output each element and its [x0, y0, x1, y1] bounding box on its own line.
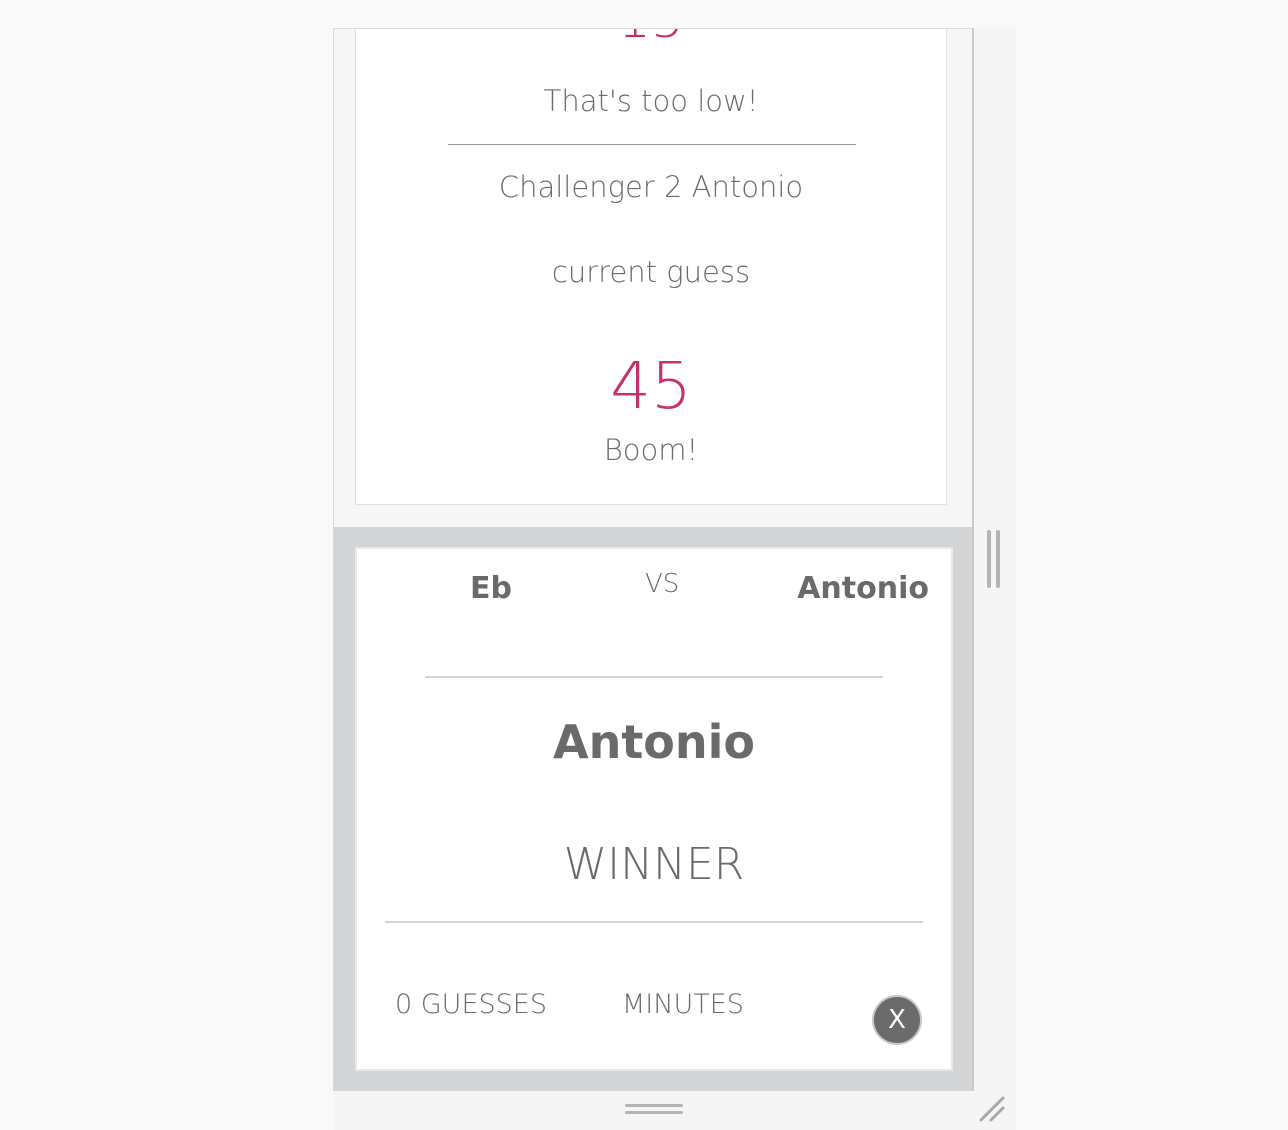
previous-guess-number: 15 [356, 29, 946, 50]
drag-handle-vertical-icon[interactable] [987, 530, 1003, 590]
guesses-count: 0 GUESSES [395, 989, 547, 1020]
player-one-name: Eb [470, 571, 512, 606]
drag-handle-horizontal-icon[interactable] [625, 1104, 685, 1116]
guess-history-card: 15 That's too low! Challenger 2 Antonio … [355, 29, 947, 505]
result-panel: Eb VS Antonio Antonio WINNER 0 GUESSES M… [334, 527, 972, 1091]
current-guess-label: current guess [551, 255, 751, 289]
divider [448, 144, 856, 145]
close-button[interactable]: X [872, 995, 922, 1045]
winner-name: Antonio [552, 715, 756, 769]
previous-guess-feedback: That's too low! [543, 84, 759, 118]
guess-feedback: Boom! [603, 433, 699, 467]
app-frame: 15 That's too low! Challenger 2 Antonio … [333, 28, 974, 1091]
player-two-name: Antonio [797, 571, 929, 606]
resize-grip-icon[interactable] [977, 1094, 1007, 1124]
minutes-count: MINUTES [622, 989, 744, 1020]
emulated-viewport: 15 That's too low! Challenger 2 Antonio … [333, 28, 1016, 1130]
divider [425, 676, 883, 678]
result-card: Eb VS Antonio Antonio WINNER 0 GUESSES M… [355, 547, 953, 1071]
divider [385, 921, 923, 923]
vs-label: VS [645, 569, 680, 599]
winner-label: WINNER [563, 839, 745, 890]
current-guess-value: 45 [610, 350, 692, 424]
challenger-name: Challenger 2 Antonio [498, 170, 804, 204]
